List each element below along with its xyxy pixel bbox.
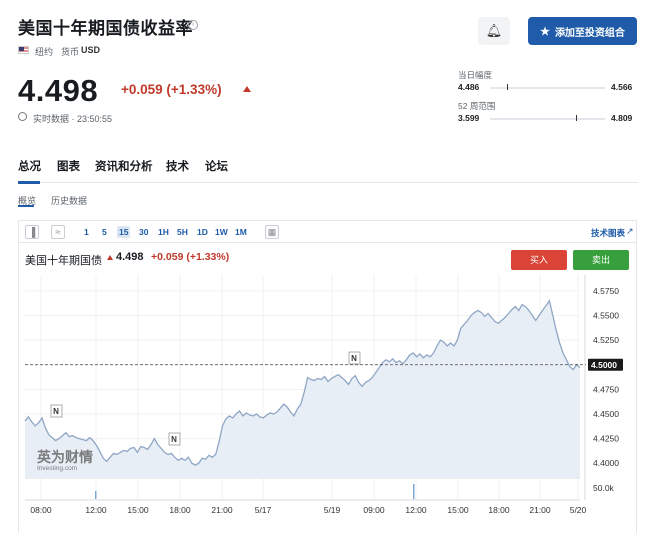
- x-tick-label: 18:00: [169, 505, 191, 515]
- news-marker: N: [53, 407, 59, 416]
- y-tick-label: 4.4750: [593, 384, 619, 394]
- x-tick-label: 5/20: [570, 505, 587, 515]
- news-marker: N: [171, 435, 177, 444]
- y-tick-label: 4.5250: [593, 335, 619, 345]
- news-marker: N: [351, 354, 357, 363]
- x-tick-label: 08:00: [30, 505, 52, 515]
- y-tick-label: 4.5750: [593, 286, 619, 296]
- volume-bar: [413, 484, 415, 499]
- x-tick-label: 15:00: [447, 505, 469, 515]
- current-price-label: 4.5000: [591, 360, 617, 370]
- price-chart[interactable]: 08:00 12:00 15:00 18:00 21:00 5/17 5/19 09:00 12…: [0, 0, 650, 533]
- watermark-en: Investing.com: [37, 465, 77, 472]
- x-tick-label: 18:00: [488, 505, 510, 515]
- x-tick-label: 5/19: [324, 505, 341, 515]
- volume-axis-label: 50.0k: [593, 483, 615, 493]
- x-tick-label: 12:00: [405, 505, 427, 515]
- x-tick-label: 21:00: [529, 505, 551, 515]
- x-tick-label: 21:00: [211, 505, 233, 515]
- watermark-cn: 英为财情: [36, 449, 93, 465]
- y-tick-label: 4.4000: [593, 458, 619, 468]
- x-tick-label: 5/17: [255, 505, 272, 515]
- y-tick-label: 4.4500: [593, 409, 619, 419]
- x-tick-label: 09:00: [363, 505, 385, 515]
- x-tick-label: 15:00: [127, 505, 149, 515]
- volume-bar: [95, 491, 97, 499]
- y-tick-label: 4.4250: [593, 434, 619, 444]
- x-tick-label: 12:00: [85, 505, 107, 515]
- y-tick-label: 4.5500: [593, 310, 619, 320]
